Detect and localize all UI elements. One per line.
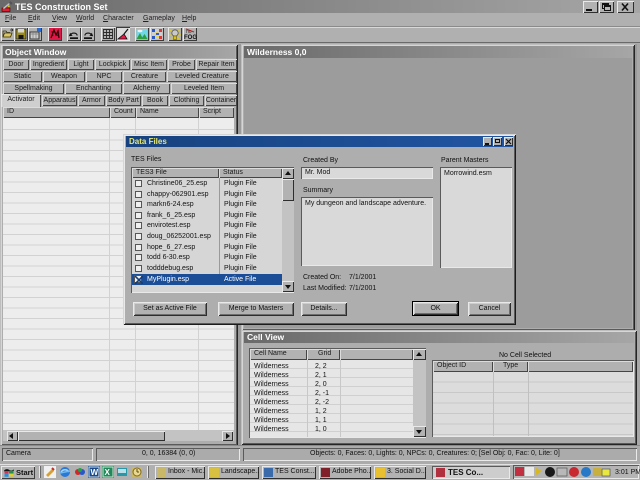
- svg-text:X: X: [105, 468, 111, 477]
- svg-text:FOG: FOG: [184, 35, 197, 41]
- svg-text:W: W: [91, 468, 99, 477]
